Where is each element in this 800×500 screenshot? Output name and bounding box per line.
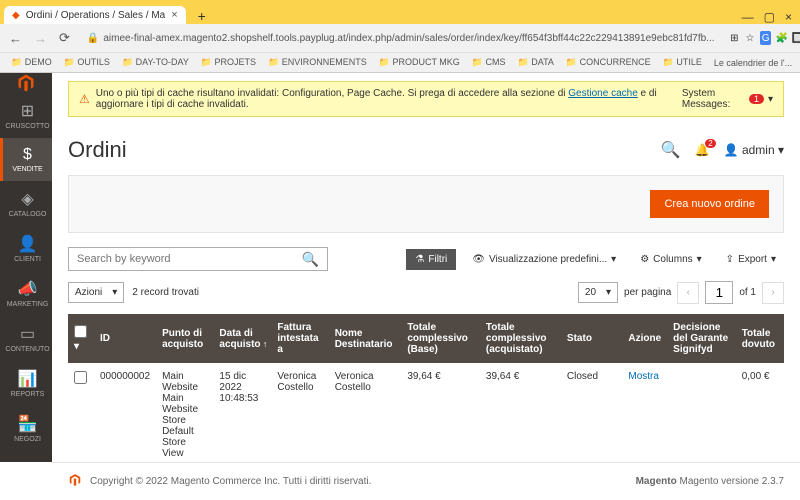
nav-catalogo[interactable]: ◈CATALOGO [0, 181, 52, 226]
chevron-down-icon: ▾ [768, 94, 773, 105]
bookmark[interactable]: 📁 CONCURRENCE [561, 56, 656, 69]
browser-chrome: ◆ Ordini / Operations / Sales / Ma × + —… [0, 0, 800, 73]
bookmark[interactable]: 📁 PROJETS [196, 56, 261, 69]
tab-close-icon[interactable]: × [171, 9, 177, 21]
cache-alert: ⚠ Uno o più tipi di cache risultano inva… [68, 81, 784, 117]
filter-icon: ⚗ [415, 254, 424, 265]
ext-icon[interactable]: 🔲 [792, 31, 800, 45]
col-header[interactable]: Totale complessivo (acquistato) [480, 314, 561, 363]
nav-contenuto[interactable]: ▭CONTENUTO [0, 316, 52, 361]
bookmark[interactable]: 📁 DATA [513, 56, 559, 69]
record-count: 2 record trovati [132, 287, 199, 298]
perpage-select[interactable]: 20▾ [578, 282, 618, 303]
col-header[interactable]: Punto di acquisto [156, 314, 213, 363]
magento-logo[interactable] [0, 73, 52, 93]
col-header[interactable]: Totale complessivo (Base) [401, 314, 480, 363]
prev-page-button[interactable]: ‹ [677, 282, 699, 304]
row-select[interactable] [74, 371, 87, 384]
col-header[interactable]: Nome Destinatario [329, 314, 402, 363]
ext-icon[interactable]: ⊞ [729, 31, 741, 45]
bookmark[interactable]: Le calendrier de l'... [709, 57, 797, 69]
search-input[interactable]: 🔍 [68, 247, 328, 271]
magento-logo-icon [68, 473, 82, 490]
view-button[interactable]: 👁Visualizzazione predefini... ▾ [464, 250, 624, 269]
select-all[interactable] [74, 325, 87, 338]
ext-icon[interactable]: G [760, 31, 772, 45]
nav-sistema[interactable]: ⚙SISTEMA [0, 451, 52, 462]
bookmark[interactable]: 📁 OUTILS [59, 56, 115, 69]
nav-marketing[interactable]: 📣MARKETING [0, 271, 52, 316]
eye-icon: 👁 [472, 254, 485, 265]
export-button[interactable]: ⇪Export ▾ [718, 250, 784, 269]
ext-icon[interactable]: ☆ [744, 31, 756, 45]
bookmark[interactable]: 📁 ENVIRONNEMENTS [263, 56, 372, 69]
back-icon[interactable]: ← [6, 31, 25, 46]
search-icon[interactable]: 🔍 [294, 251, 327, 268]
ext-icon[interactable]: 🧩 [775, 31, 787, 45]
col-header[interactable]: Fattura intestata a [271, 314, 328, 363]
nav-vendite[interactable]: $VENDITE [0, 138, 52, 181]
nav-cruscotto[interactable]: ⊞CRUSCOTTO [0, 93, 52, 138]
minimize-icon[interactable]: — [742, 10, 754, 24]
col-header[interactable]: Totale dovuto [736, 314, 784, 363]
nav-reports[interactable]: 📊REPORTS [0, 361, 52, 406]
admin-sidebar: ⊞CRUSCOTTO$VENDITE◈CATALOGO👤CLIENTI📣MARK… [0, 73, 52, 462]
col-header[interactable]: Azione [622, 314, 667, 363]
export-icon: ⇪ [726, 254, 734, 265]
forward-icon[interactable]: → [31, 31, 50, 46]
browser-tab[interactable]: ◆ Ordini / Operations / Sales / Ma × [4, 6, 186, 24]
bookmark[interactable]: 📁 CMS [467, 56, 511, 69]
close-icon[interactable]: × [785, 10, 792, 24]
new-tab-button[interactable]: + [190, 8, 214, 24]
create-order-button[interactable]: Crea nuovo ordine [650, 190, 769, 218]
actions-select[interactable]: Azioni▾ [68, 282, 124, 303]
footer: Copyright © 2022 Magento Commerce Inc. T… [52, 462, 800, 500]
bookmark[interactable]: 📁 DAY-TO-DAY [117, 56, 194, 69]
orders-table: ▾IDPunto di acquistoData di acquistoFatt… [68, 314, 784, 462]
nav-negozi[interactable]: 🏪NEGOZI [0, 406, 52, 451]
address-bar[interactable]: 🔒 aimee-final-amex.magento2.shopshelf.to… [79, 30, 723, 47]
bookmark[interactable]: 📁 DEMO [6, 56, 57, 69]
gear-icon: ⚙ [640, 254, 649, 265]
page-title: Ordini [68, 137, 127, 163]
table-row[interactable]: 000000002Main Website Main Website Store… [68, 363, 784, 462]
reload-icon[interactable]: ⟳ [56, 30, 73, 46]
chevron-down-icon: ▾ [606, 287, 611, 298]
col-header[interactable]: Decisione del Garante Signifyd [667, 314, 736, 363]
next-page-button[interactable]: › [762, 282, 784, 304]
bookmark[interactable]: 📁 UTILE [658, 56, 707, 69]
page-input[interactable] [705, 281, 733, 304]
col-header[interactable]: ID [94, 314, 156, 363]
columns-button[interactable]: ⚙Columns ▾ [632, 250, 709, 269]
system-messages[interactable]: System Messages: 1 ▾ [682, 88, 773, 110]
chevron-down-icon: ▾ [112, 287, 117, 298]
view-link[interactable]: Mostra [628, 371, 659, 382]
lock-icon: 🔒 [87, 33, 99, 44]
admin-menu[interactable]: 👤 admin ▾ [724, 143, 784, 157]
cache-link[interactable]: Gestione cache [568, 88, 638, 99]
bookmarks-bar: 📁 DEMO📁 OUTILS📁 DAY-TO-DAY📁 PROJETS📁 ENV… [0, 52, 800, 72]
notifications-icon[interactable]: 🔔2 [695, 143, 710, 157]
search-icon[interactable]: 🔍 [661, 140, 681, 160]
bookmark[interactable]: 📁 PRODUCT MKG [374, 56, 465, 69]
maximize-icon[interactable]: ▢ [764, 10, 775, 24]
warning-icon: ⚠ [79, 92, 90, 106]
col-header[interactable]: Stato [561, 314, 622, 363]
nav-clienti[interactable]: 👤CLIENTI [0, 226, 52, 271]
filters-button[interactable]: ⚗Filtri [406, 249, 456, 270]
col-header[interactable]: Data di acquisto [213, 314, 271, 363]
